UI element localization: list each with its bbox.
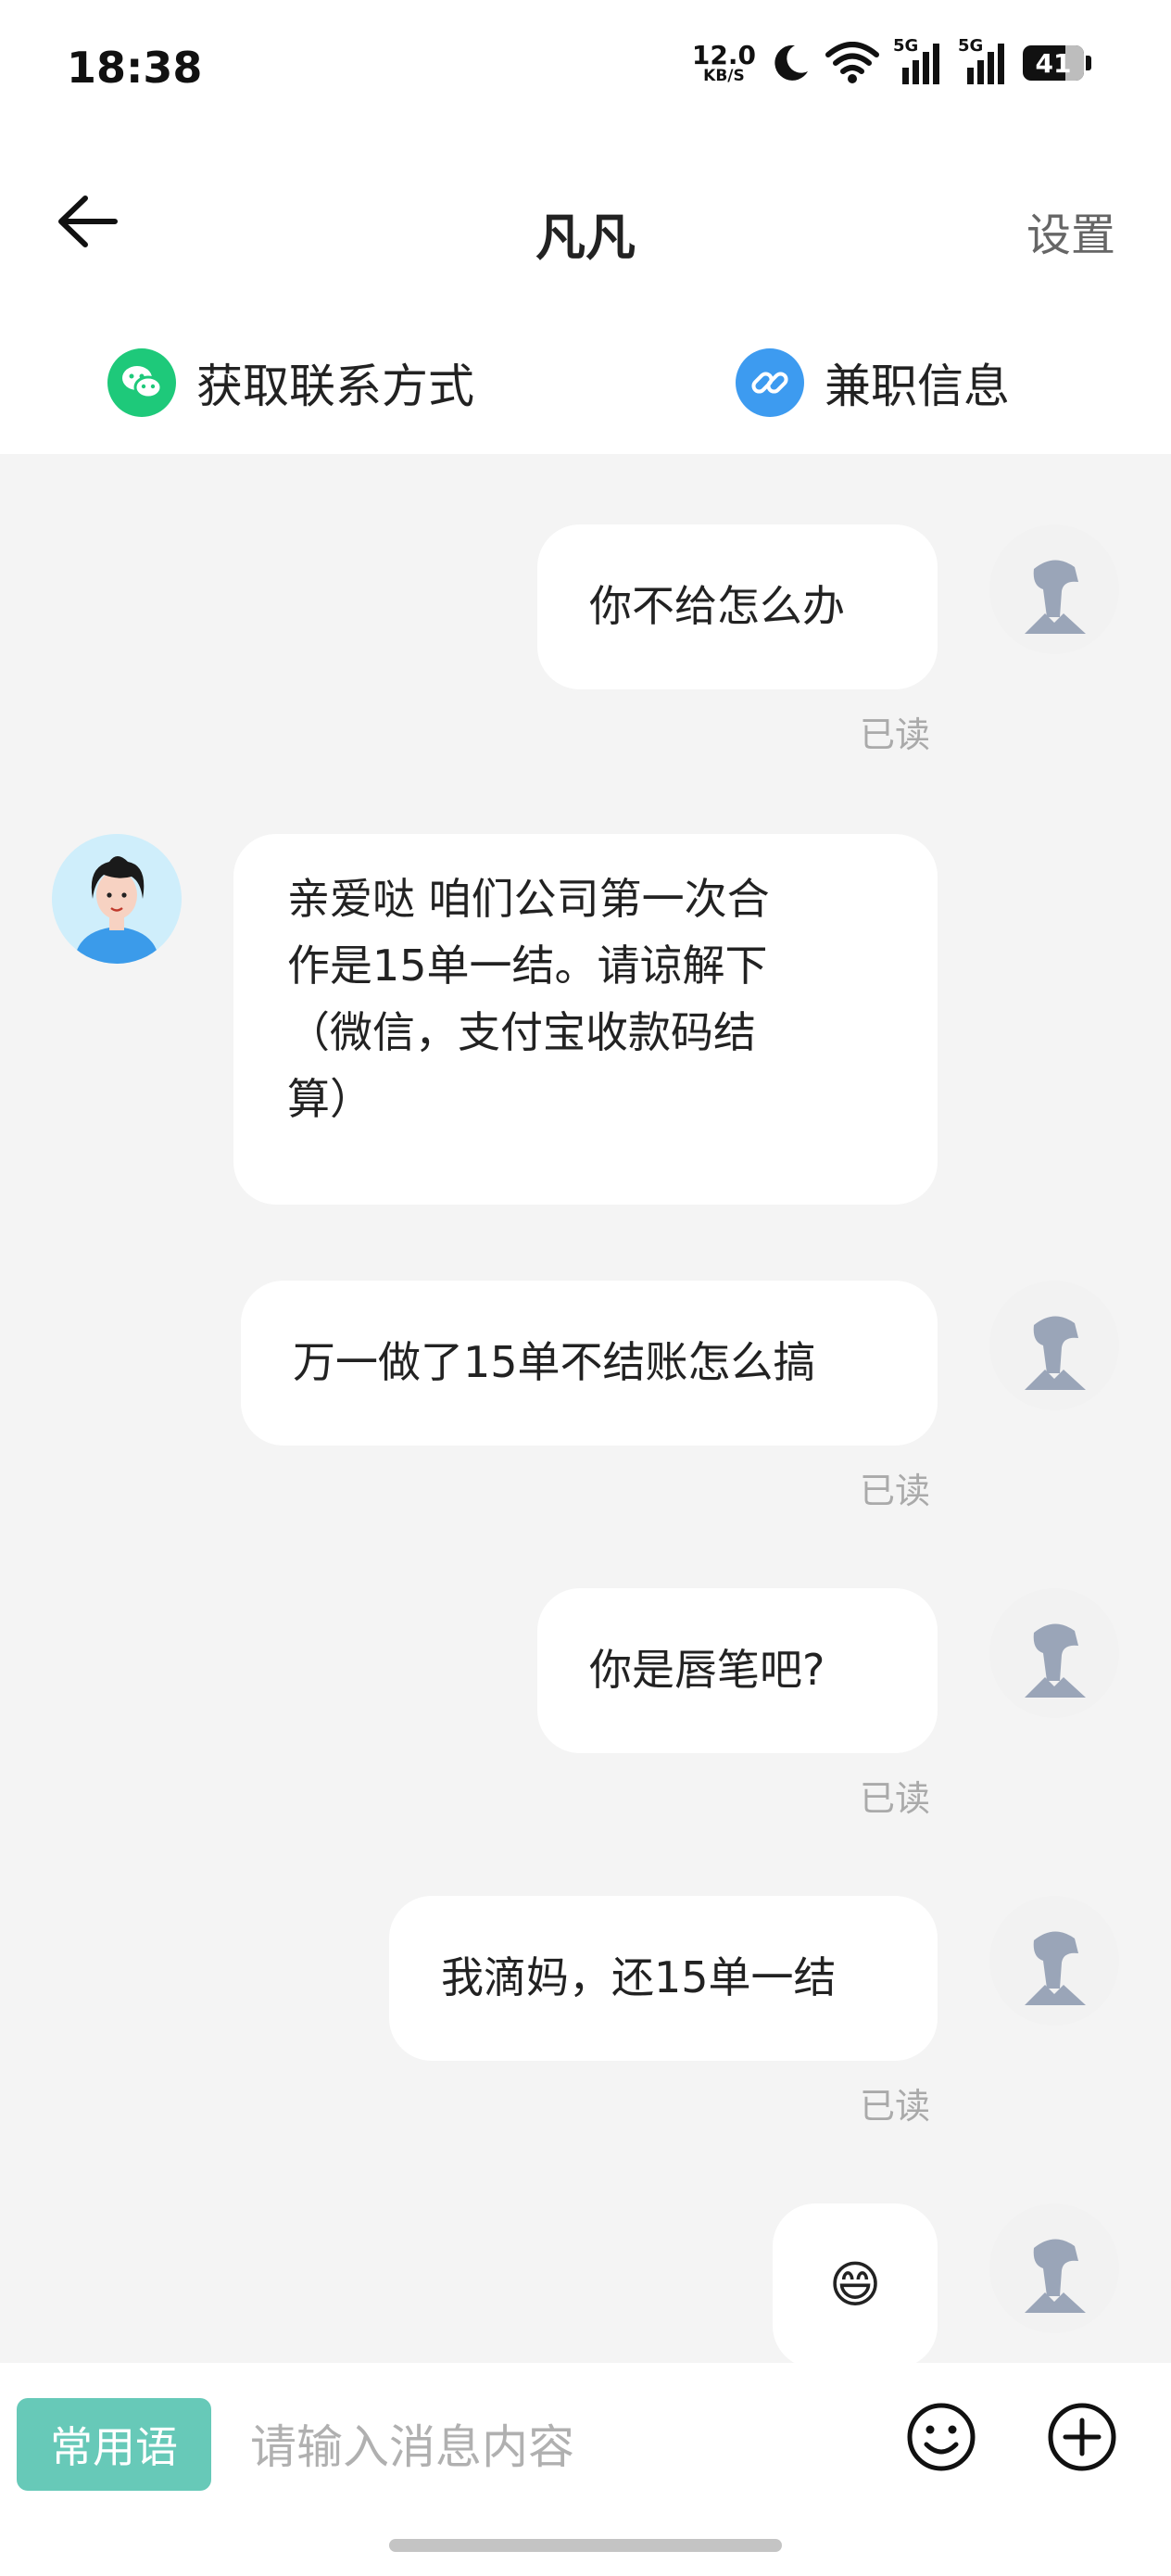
battery-level: 41 (1035, 47, 1072, 79)
avatar[interactable] (989, 524, 1119, 654)
signal-bars-icon (902, 44, 939, 84)
message-text: 我滴妈，还15单一结 (441, 1952, 837, 2002)
user-avatar-icon (1025, 1931, 1086, 2005)
message-text: 万一做了15单不结账怎么搞 (293, 1337, 816, 1387)
status-time: 18:38 (67, 43, 203, 93)
quick-actions: 获取联系方式 兼职信息 (0, 306, 1171, 454)
avatar[interactable] (989, 1588, 1119, 1718)
wechat-icon (107, 348, 176, 417)
home-indicator[interactable] (389, 2539, 782, 2552)
message-bubble-sent[interactable]: 你是唇笔吧? (537, 1588, 938, 1753)
settings-button[interactable]: 设置 (1026, 198, 1115, 263)
message-bubble-received[interactable]: 亲爱哒 咱们公司第一次合 作是15单一结。请谅解下 （微信，支付宝收款码结 算） (233, 834, 938, 1205)
message-line: 算） (287, 1074, 372, 1124)
net-speed-unit: KB/S (703, 66, 745, 85)
net-speed: 12.0 KB/S (691, 39, 756, 85)
part-time-info-button[interactable]: 兼职信息 (736, 348, 1010, 417)
status-bar: 18:38 12.0 KB/S 5G 5G 41 (0, 0, 1171, 139)
avatar[interactable] (989, 2203, 1119, 2333)
signal-bars-icon (967, 44, 1004, 84)
read-receipt: 已读 (860, 1778, 931, 1819)
message-line: 亲爱哒 咱们公司第一次合 (287, 874, 770, 924)
user-avatar-icon (1025, 560, 1086, 634)
get-contact-label: 获取联系方式 (196, 360, 474, 413)
net-speed-value: 12.0 (691, 39, 756, 70)
moon-icon (774, 44, 808, 81)
common-phrases-button[interactable]: 常用语 (17, 2398, 211, 2491)
link-icon (736, 348, 804, 417)
signal-1: 5G (893, 36, 945, 86)
avatar[interactable] (989, 1896, 1119, 2026)
avatar[interactable] (989, 1281, 1119, 1410)
message-bubble-sent[interactable]: 你不给怎么办 (537, 524, 938, 689)
read-receipt: 已读 (860, 714, 931, 755)
chat-header: 凡凡 设置 (0, 139, 1171, 306)
message-bubble-sent[interactable]: 😄 (773, 2203, 938, 2368)
message-bubble-sent[interactable]: 万一做了15单不结账怎么搞 (241, 1281, 938, 1446)
message-line: （微信，支付宝收款码结 (287, 1007, 756, 1057)
signal-2: 5G (958, 36, 1010, 86)
get-contact-button[interactable]: 获取联系方式 (107, 348, 474, 417)
message-line: 作是15单一结。请谅解下 (287, 941, 768, 991)
user-avatar-icon (1025, 1623, 1086, 1698)
wifi-icon (825, 42, 879, 83)
message-text: 你是唇笔吧? (589, 1645, 825, 1695)
woman-avatar-icon (52, 834, 182, 964)
read-receipt: 已读 (860, 2086, 931, 2127)
plus-icon[interactable] (1045, 2400, 1119, 2474)
message-bubble-sent[interactable]: 我滴妈，还15单一结 (389, 1896, 938, 2061)
emoji-message: 😄 (828, 2255, 882, 2314)
page-title: 凡凡 (535, 208, 636, 267)
chat-area[interactable]: 你不给怎么办 已读 亲爱哒 咱们公司第一次合 作是15单一结。请谅解下 （微信，… (0, 454, 1171, 2368)
user-avatar-icon (1025, 2239, 1086, 2313)
status-icons: 12.0 KB/S 5G 5G 41 (691, 36, 1091, 89)
emoji-icon[interactable] (904, 2400, 978, 2474)
user-avatar-icon (1025, 1316, 1086, 1390)
message-input[interactable] (248, 2402, 845, 2493)
message-text: 你不给怎么办 (589, 581, 845, 631)
battery-tip (1086, 56, 1091, 70)
read-receipt: 已读 (860, 1471, 931, 1511)
battery-icon: 41 (1023, 45, 1084, 81)
part-time-info-label: 兼职信息 (825, 360, 1010, 413)
avatar[interactable] (52, 834, 182, 964)
